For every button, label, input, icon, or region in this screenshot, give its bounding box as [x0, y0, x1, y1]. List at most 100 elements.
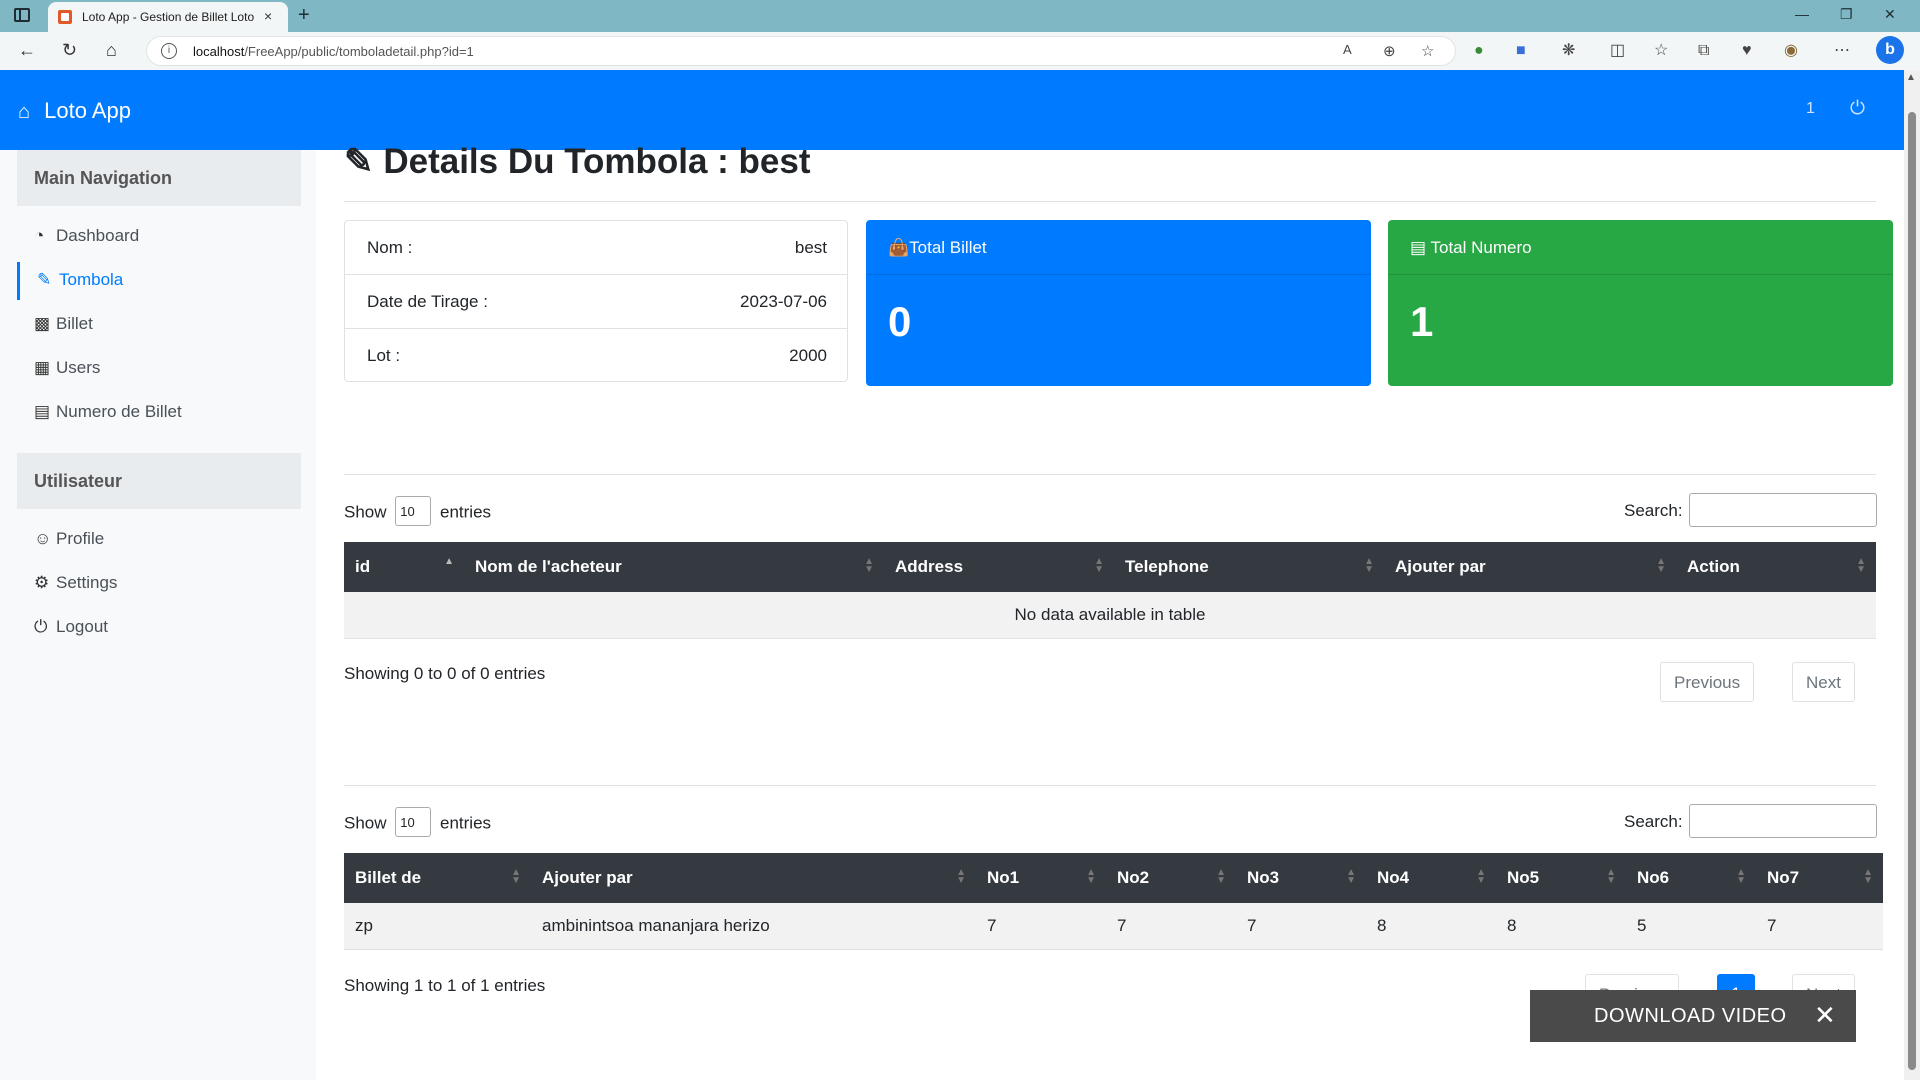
show-label: Show — [344, 502, 387, 522]
address-bar[interactable]: i localhost/FreeApp/public/tomboladetail… — [146, 36, 1456, 66]
column-label: Ajouter par — [542, 868, 633, 887]
column-header-action[interactable]: Action ▲ ▼ — [1676, 542, 1876, 592]
info-row-date: Date de Tirage : 2023-07-06 — [345, 275, 847, 329]
scrollbar-thumb[interactable] — [1908, 112, 1916, 1070]
column-label: id — [355, 557, 371, 576]
minimize-button[interactable]: — — [1795, 6, 1809, 22]
column-label: No4 — [1377, 868, 1410, 887]
url-text[interactable]: localhost/FreeApp/public/tomboladetail.p… — [193, 44, 474, 59]
column-header-telephone[interactable]: Telephone ▲ ▼ — [1114, 542, 1384, 592]
info-row-lot: Lot : 2000 — [345, 329, 847, 383]
entries-select[interactable]: 10 — [395, 807, 432, 837]
sidebar-item-profile[interactable]: ☺ Profile — [17, 521, 301, 559]
sort-icon: ▲ ▼ — [1863, 867, 1873, 886]
edit-icon: ✎ — [344, 142, 374, 181]
user-icon: ☺ — [34, 529, 52, 548]
notification-count[interactable]: 1 — [1806, 100, 1815, 118]
download-video-label[interactable]: DOWNLOAD VIDEO — [1594, 1005, 1787, 1028]
total-numero-card: ▤ Total Numero 1 — [1388, 220, 1893, 386]
column-header-no4[interactable]: No4 ▲ ▼ — [1366, 853, 1496, 903]
column-header-no1[interactable]: No1 ▲ ▼ — [976, 853, 1106, 903]
performance-icon[interactable]: ♥ — [1742, 41, 1752, 61]
favorites-icon[interactable]: ☆ — [1654, 41, 1668, 61]
tab-actions-icon[interactable] — [14, 8, 30, 22]
column-header-no3[interactable]: No3 ▲ ▼ — [1236, 853, 1366, 903]
brand-label: Loto App — [44, 98, 131, 123]
read-aloud-icon[interactable]: A — [1343, 42, 1352, 57]
sidebar-heading-main: Main Navigation — [17, 150, 301, 206]
bar-chart-icon: ▤ — [1410, 238, 1427, 257]
download-video-overlay[interactable]: DOWNLOAD VIDEO ✕ — [1530, 990, 1856, 1042]
column-header-nom[interactable]: Nom de l'acheteur ▲ ▼ — [464, 542, 884, 592]
column-header-no2[interactable]: No2 ▲ ▼ — [1106, 853, 1236, 903]
table1-info: Showing 0 to 0 of 0 entries — [344, 664, 546, 683]
scroll-up-icon[interactable]: ▲ — [1906, 72, 1916, 83]
column-label: No3 — [1247, 868, 1280, 887]
restore-button[interactable]: ❐ — [1840, 6, 1853, 23]
sidebar-item-billet[interactable]: ▩ Billet — [17, 306, 301, 344]
close-icon[interactable]: ✕ — [1814, 1000, 1836, 1031]
profile-avatar-icon[interactable]: ◉ — [1784, 41, 1798, 61]
favorite-star-icon[interactable]: ☆ — [1421, 42, 1434, 60]
zoom-icon[interactable]: ⊕ — [1383, 42, 1396, 60]
sidebar-item-settings[interactable]: ⚙ Settings — [17, 565, 301, 603]
column-header-address[interactable]: Address ▲ ▼ — [884, 542, 1114, 592]
extensions-icon[interactable]: ❋ — [1562, 41, 1575, 61]
site-info-icon[interactable]: i — [161, 43, 177, 59]
sidebar-item-label: Dashboard — [56, 226, 140, 245]
buyers-table: id ▲ Nom de l'acheteur ▲ ▼ Address ▲ ▼ Teleph… — [344, 542, 1876, 639]
tab-close-button[interactable]: × — [264, 8, 272, 24]
entries-select[interactable]: 10 — [395, 496, 432, 526]
sidebar-item-tombola[interactable]: ✎ Tombola — [17, 262, 301, 300]
brand-link[interactable]: ⌂ Loto App — [18, 98, 131, 124]
column-header-ajouter-par[interactable]: Ajouter par ▲ ▼ — [531, 853, 976, 903]
browser-tab[interactable]: Loto App - Gestion de Billet Loto × — [48, 2, 288, 32]
home-icon[interactable]: ⌂ — [106, 40, 117, 60]
stat-label: Total Numero — [1430, 238, 1532, 257]
sidebar-item-label: Settings — [56, 573, 118, 592]
column-header-ajouter-par[interactable]: Ajouter par ▲ ▼ — [1384, 542, 1676, 592]
refresh-icon[interactable]: ↻ — [62, 40, 77, 60]
split-screen-icon[interactable]: ◫ — [1610, 41, 1625, 61]
empty-message: No data available in table — [344, 592, 1876, 639]
table-cell: 8 — [1496, 903, 1626, 950]
sort-icon: ▲ ▼ — [1216, 867, 1226, 886]
new-tab-button[interactable]: + — [298, 4, 310, 27]
dashboard-icon: ◔ — [34, 226, 45, 245]
sort-icon: ▲ ▼ — [1346, 867, 1356, 886]
column-header-billet-de[interactable]: Billet de ▲ ▼ — [344, 853, 531, 903]
translate-icon[interactable]: ■ — [1516, 41, 1526, 61]
info-label: Nom : — [367, 238, 413, 257]
back-icon[interactable]: ← — [18, 40, 36, 60]
info-value: best — [794, 238, 827, 257]
sidebar-item-numero-de-billet[interactable]: ▤ Numero de Billet — [17, 394, 301, 432]
sidebar-item-dashboard[interactable]: ◔ Dashboard — [17, 218, 301, 256]
table2-search-input[interactable] — [1689, 804, 1877, 838]
gear-icon: ⚙ — [34, 573, 50, 592]
collections-icon[interactable]: ⧉ — [1698, 41, 1709, 61]
bing-chat-icon[interactable]: b — [1876, 36, 1904, 64]
power-icon: ⏻ — [34, 617, 48, 636]
close-window-button[interactable]: ✕ — [1884, 6, 1896, 23]
sidebar-item-label: Billet — [56, 314, 93, 333]
column-label: Action — [1687, 557, 1740, 576]
more-menu-icon[interactable]: ⋯ — [1834, 41, 1850, 61]
table-row: zp ambinintsoa mananjara herizo 7 7 7 8 … — [344, 903, 1883, 950]
sidebar-item-users[interactable]: ▦ Users — [17, 350, 301, 388]
shopping-bag-icon: 👜 — [888, 238, 910, 257]
extension-globe-icon[interactable]: ● — [1474, 41, 1484, 61]
table-cell: zp — [344, 903, 531, 950]
entries-label: entries — [440, 813, 492, 833]
sidebar-heading-utilisateur: Utilisateur — [17, 453, 301, 509]
sidebar-item-label: Tombola — [59, 270, 124, 289]
column-header-no6[interactable]: No6 ▲ ▼ — [1626, 853, 1756, 903]
table1-next-button[interactable]: Next — [1792, 662, 1855, 702]
stat-value: 1 — [1410, 298, 1434, 345]
table1-previous-button[interactable]: Previous — [1660, 662, 1755, 702]
column-header-no5[interactable]: No5 ▲ ▼ — [1496, 853, 1626, 903]
sidebar-item-logout[interactable]: ⏻ Logout — [17, 609, 301, 647]
column-header-id[interactable]: id ▲ — [344, 542, 464, 592]
column-header-no7[interactable]: No7 ▲ ▼ — [1756, 853, 1883, 903]
power-icon[interactable]: ⏻ — [1850, 98, 1865, 120]
table1-search-input[interactable] — [1689, 493, 1877, 527]
